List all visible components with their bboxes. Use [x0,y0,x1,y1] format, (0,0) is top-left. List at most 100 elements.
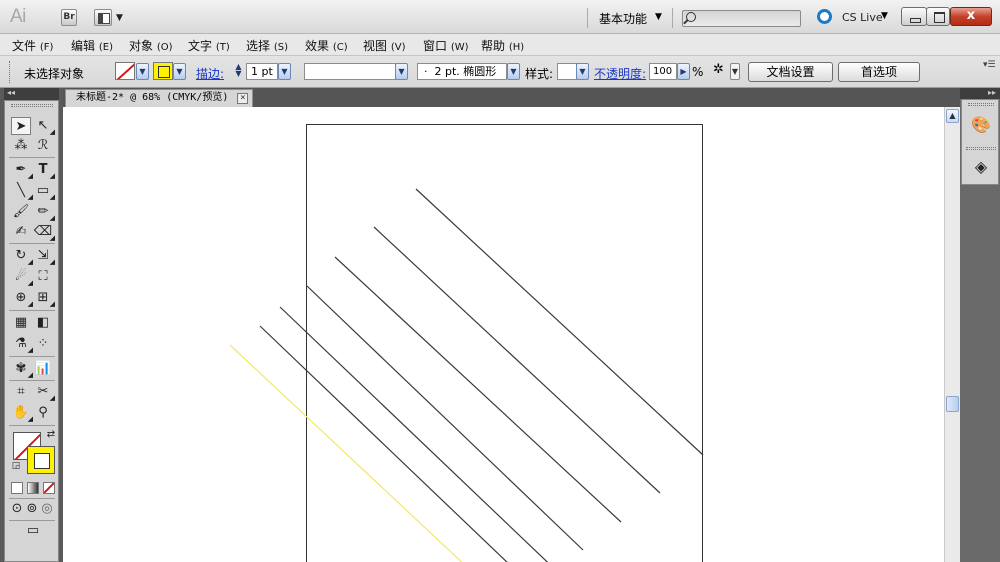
right-dock-expand-icon[interactable]: ▸▸ [960,88,1000,99]
diagonal-line[interactable] [259,325,533,562]
warp-tool-icon[interactable]: ☄ ◢ [11,268,33,287]
close-button[interactable] [950,7,992,26]
none-mode-icon[interactable] [43,482,55,494]
stroke-panel-link[interactable]: 描边: [196,65,224,82]
width-profile-dropdown-button[interactable]: ▼ [395,63,408,80]
draw-normal-icon[interactable]: ⊙ [9,500,25,518]
menu-type[interactable]: 文字 (T) [188,37,230,54]
arrange-dropdown-caret-icon[interactable]: ▼ [116,13,123,23]
brush-dropdown-button[interactable]: ▼ [507,63,520,80]
variable-width-profile-dropdown[interactable] [304,63,396,80]
graphic-style-dropdown-button[interactable]: ▼ [576,63,589,80]
canvas[interactable] [63,107,944,562]
menu-window[interactable]: 窗口 (W) [423,37,469,54]
recolor-artwork-icon[interactable]: ✲ [713,62,724,77]
rectangle-tool-icon[interactable]: ▭ ◢ [33,182,55,201]
column-graph-tool-icon[interactable]: 📊 [33,360,53,378]
brush-definition-dropdown[interactable]: · 2 pt. 椭圆形 [417,63,507,80]
type-tool-icon[interactable]: T ◢ [33,161,55,180]
blob-brush-tool-icon[interactable]: ✍ [11,223,31,241]
maximize-button[interactable] [926,7,950,26]
hand-tool-icon[interactable]: ✋ ◢ [11,404,33,423]
screen-mode-icon[interactable]: ▭ [22,522,44,540]
document-tab[interactable]: 未标题-2* @ 68% (CMYK/预览) × [65,89,254,107]
selected-diagonal-line[interactable] [229,344,467,562]
color-guide-panel-icon[interactable]: 🎨 [969,114,993,136]
artboard-tool-icon[interactable]: ⌗ [11,383,31,401]
default-fill-stroke-icon[interactable]: ◲ [10,460,22,472]
minimize-button[interactable] [901,7,927,26]
diagonal-line[interactable] [373,226,661,494]
menu-effect[interactable]: 效果 (C) [305,37,348,54]
tools-panel-grip[interactable] [11,104,53,107]
opacity-input[interactable]: 100 [649,63,677,80]
perspective-grid-tool-icon[interactable]: ⊞ ◢ [33,289,55,308]
stroke-swatch[interactable] [153,62,173,80]
graphic-style-swatch[interactable] [557,63,577,80]
scroll-up-icon[interactable]: ▲ [946,109,959,123]
cs-live-caret-icon[interactable]: ▼ [881,11,888,21]
recolor-dropdown-button[interactable]: ▼ [730,63,740,80]
control-bar-grip[interactable] [9,61,11,83]
menu-edit[interactable]: 编辑 (E) [71,37,113,54]
draw-inside-icon[interactable]: ◎ [39,500,55,518]
blend-tool-icon[interactable]: ⁘ [33,335,53,353]
stroke-weight-dropdown-button[interactable]: ▼ [278,63,291,80]
free-transform-tool-icon[interactable]: ⛶ [33,268,53,286]
bridge-button[interactable]: Br [61,9,77,26]
stroke-weight-spinner-icon[interactable]: ▲ ▼ [232,63,245,80]
scroll-thumb[interactable] [946,396,959,412]
panel-grip[interactable] [968,103,994,106]
color-mode-icon[interactable] [11,482,23,494]
lasso-tool-icon[interactable]: ℛ [33,137,53,155]
direct-selection-tool-icon[interactable]: ↖ ◢ [33,117,55,136]
menu-object[interactable]: 对象 (O) [129,37,173,54]
fill-dropdown-button[interactable]: ▼ [136,63,149,80]
mesh-tool-icon[interactable]: ▦ [11,314,31,332]
document-setup-button[interactable]: 文档设置 [748,62,833,82]
slice-tool-icon[interactable]: ✂ ◢ [33,383,55,402]
eyedropper-tool-icon[interactable]: ⚗ ◢ [11,335,33,354]
symbol-sprayer-tool-icon[interactable]: ✾ ◢ [11,360,33,379]
cs-live-menu[interactable]: CS Live [842,11,883,24]
diagonal-line[interactable] [306,285,584,551]
menu-help[interactable]: 帮助 (H) [481,37,524,54]
workspace-caret-icon[interactable]: ▼ [655,12,662,22]
stroke-color-box[interactable] [27,446,55,474]
draw-behind-icon[interactable]: ⊚ [24,500,40,518]
preferences-button[interactable]: 首选项 [838,62,920,82]
stroke-dropdown-button[interactable]: ▼ [173,63,186,80]
gradient-mode-icon[interactable] [27,482,39,494]
magic-wand-tool-icon[interactable]: ⁂ [11,137,31,155]
opacity-slider-button[interactable]: ▶ [677,63,690,80]
pen-tool-icon[interactable]: ✒ ◢ [11,161,33,180]
menu-file[interactable]: 文件 (F) [12,37,53,54]
rotate-tool-icon[interactable]: ↻ ◢ [11,247,33,266]
zoom-tool-icon[interactable]: ⚲ [33,404,53,422]
paintbrush-tool-icon[interactable]: 🖌 [11,203,31,221]
control-panel-menu-icon[interactable]: ▾☰ [983,60,996,70]
swap-fill-stroke-icon[interactable]: ⇄ [45,429,57,441]
scale-tool-icon[interactable]: ⇲ ◢ [33,247,55,266]
diagonal-line[interactable] [334,256,622,523]
arrange-documents-icon[interactable] [94,9,112,26]
gradient-tool-icon[interactable]: ◧ [33,314,53,332]
layers-panel-icon[interactable]: ◈ [969,156,993,178]
pencil-tool-icon[interactable]: ✏ ◢ [33,203,55,222]
diagonal-line[interactable] [415,188,704,456]
eraser-tool-icon[interactable]: ⌫ ◢ [33,223,55,242]
menu-view[interactable]: 视图 (V) [363,37,406,54]
help-search-input[interactable] [682,10,801,27]
selection-tool-icon[interactable]: ➤ [11,117,31,135]
tool-panel-collapse-icon[interactable]: ◂◂ [4,88,59,100]
vertical-scrollbar[interactable]: ▲ [944,107,960,562]
fill-swatch[interactable] [115,62,135,80]
shape-builder-tool-icon[interactable]: ⊕ ◢ [11,289,33,308]
close-tab-icon[interactable]: × [237,93,249,104]
stroke-weight-field[interactable]: 1 pt [246,63,278,80]
menu-select[interactable]: 选择 (S) [246,37,288,54]
workspace-switcher[interactable]: 基本功能 [599,10,647,27]
opacity-panel-link[interactable]: 不透明度: [594,65,646,82]
line-segment-tool-icon[interactable]: ╲ ◢ [11,182,33,201]
cs-live-icon[interactable] [817,9,832,24]
